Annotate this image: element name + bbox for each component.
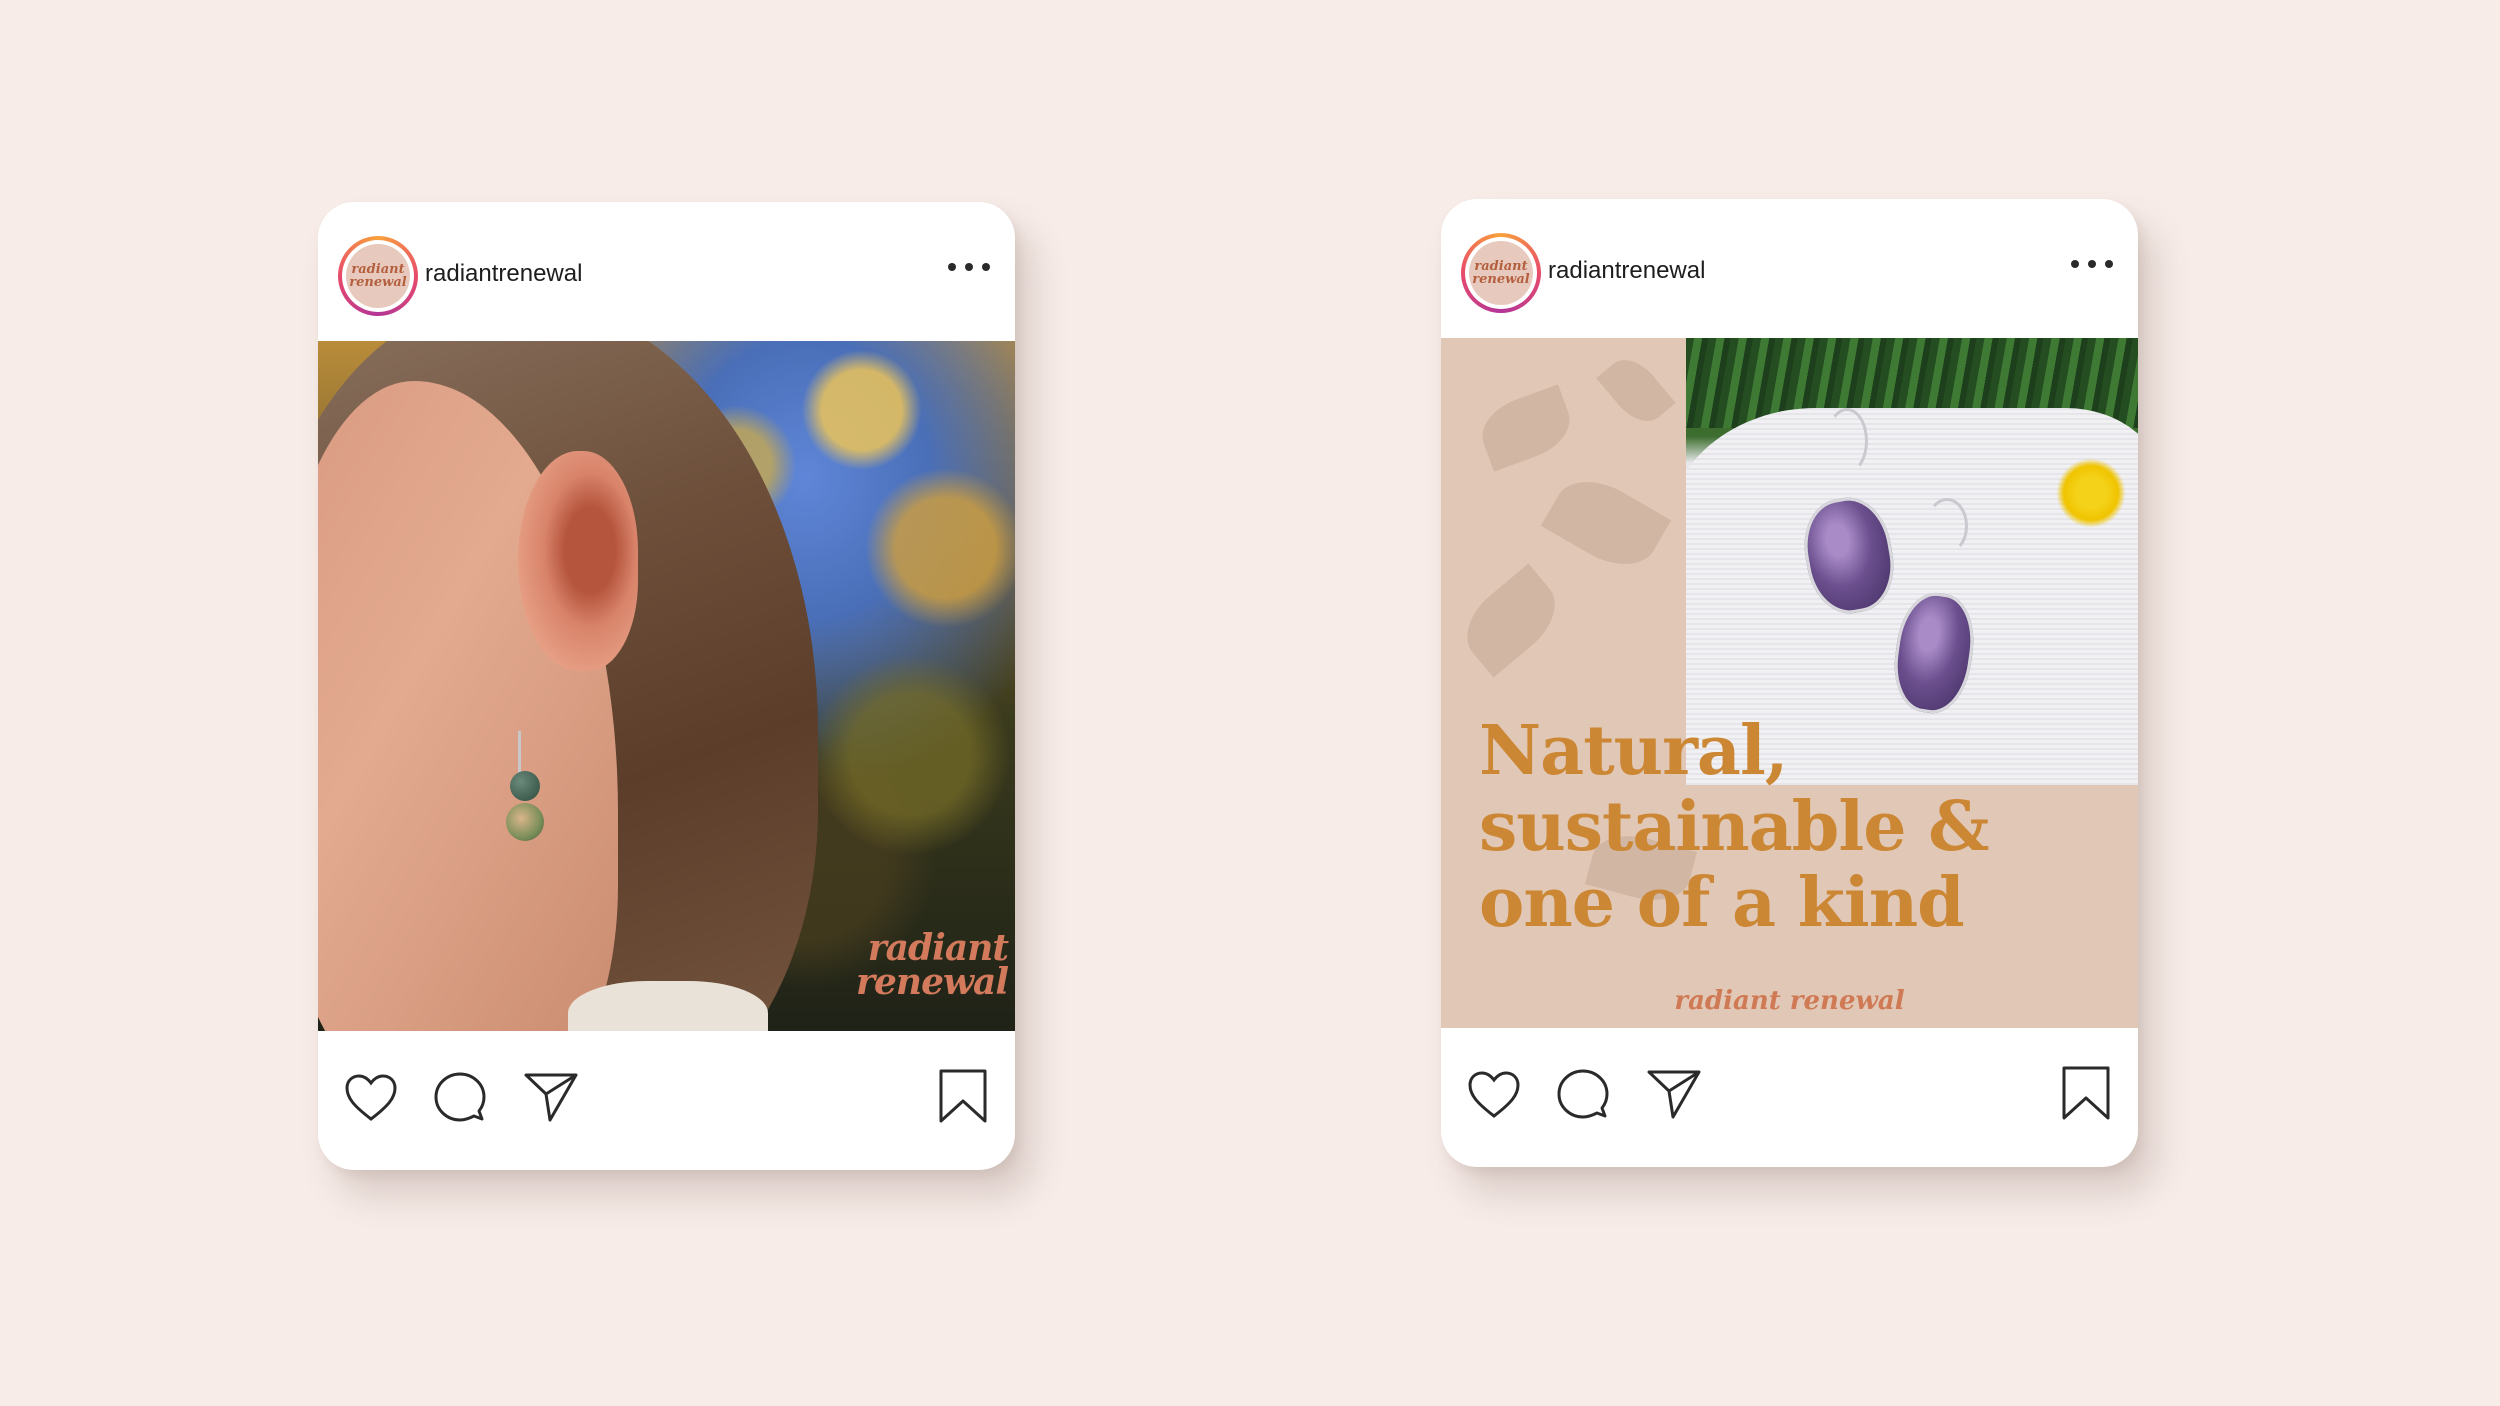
post-image[interactable]: Natural, sustainable & one of a kind rad… — [1441, 338, 2138, 1028]
watermark-line: radiant — [867, 927, 1009, 969]
post-header: radiant renewal radiantrenewal — [318, 202, 1015, 341]
action-bar — [1441, 1028, 2138, 1167]
avatar-logo-text: renewal — [1472, 272, 1530, 287]
share-icon[interactable] — [1646, 1068, 1702, 1120]
comment-icon[interactable] — [1557, 1068, 1609, 1120]
post-image[interactable]: radiant renewal — [318, 341, 1015, 1031]
share-icon[interactable] — [523, 1071, 579, 1123]
headline-line: Natural, — [1479, 711, 1788, 791]
instagram-post-card: radiant renewal radiantrenewal Natural, … — [1441, 199, 2138, 1167]
avatar[interactable]: radiant renewal — [338, 236, 418, 316]
instagram-post-card: radiant renewal radiantrenewal radiant r… — [318, 202, 1015, 1170]
headline-line: sustainable & — [1479, 787, 1990, 867]
username[interactable]: radiantrenewal — [1548, 257, 1705, 285]
post-header: radiant renewal radiantrenewal — [1441, 199, 2138, 338]
watermark-line: renewal — [856, 961, 1009, 1003]
earring-hook — [1826, 408, 1868, 474]
more-options-icon[interactable] — [948, 260, 990, 274]
earring-hook — [1926, 498, 1968, 554]
headline-line: one of a kind — [1479, 863, 1965, 943]
avatar[interactable]: radiant renewal — [1461, 233, 1541, 313]
brand-logo: radiant renewal — [1674, 986, 1905, 1016]
headline: Natural, sustainable & one of a kind — [1479, 713, 2079, 941]
action-bar — [318, 1031, 1015, 1170]
photo-shirt — [568, 981, 768, 1031]
photo-ear — [518, 451, 638, 671]
earring-bead — [506, 803, 544, 841]
avatar-logo-text: renewal — [349, 275, 407, 290]
comment-icon[interactable] — [434, 1071, 486, 1123]
bookmark-icon[interactable] — [2061, 1065, 2111, 1121]
username[interactable]: radiantrenewal — [425, 260, 582, 288]
more-options-icon[interactable] — [2071, 257, 2113, 271]
earring-bead — [510, 771, 540, 801]
heart-icon[interactable] — [344, 1073, 398, 1123]
heart-icon[interactable] — [1467, 1070, 1521, 1120]
photo-flower — [2056, 458, 2126, 528]
bookmark-icon[interactable] — [938, 1068, 988, 1124]
watermark-logo: radiant renewal — [808, 927, 1009, 1003]
